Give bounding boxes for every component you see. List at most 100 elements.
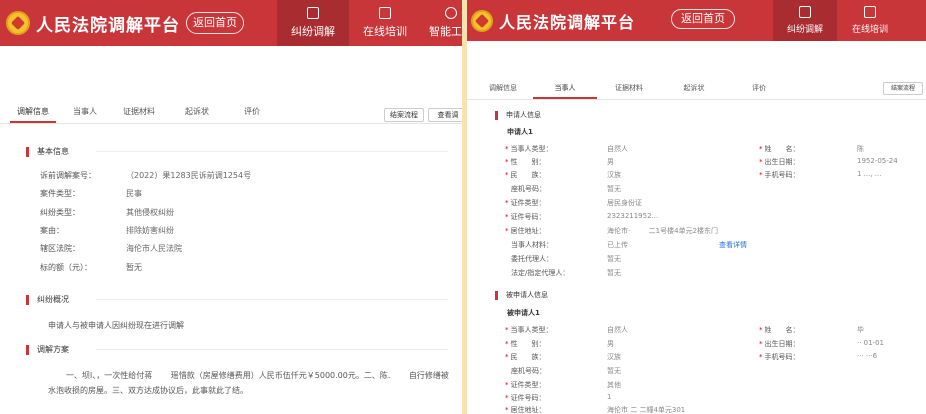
respondent-birth-label: * 出生日期：	[759, 340, 800, 348]
applicant-id-number-value: 2323211952...	[607, 212, 659, 220]
applicant-sub-heading: 申请人1	[507, 128, 533, 136]
view-mediation-button[interactable]: 查看调	[428, 108, 462, 122]
respondent-id-type-label: * 证件类型：	[505, 381, 546, 389]
respondent-landline-label: 座机号码：	[511, 367, 546, 375]
nav-online-training[interactable]: 在线培训	[837, 0, 903, 41]
respondent-heading: 被申请人信息	[495, 290, 548, 300]
case-number-row: 诉前调解案号： （2022）果1283民诉前调1254号	[40, 170, 251, 181]
applicant-agent-label: 委托代理人：	[511, 255, 553, 263]
respondent-sub-heading: 被申请人1	[507, 309, 540, 317]
nav-label: 在线培训	[363, 25, 407, 38]
applicant-ethnicity-value: 汉族	[607, 171, 621, 179]
tab-mediation-info[interactable]: 调解信息	[473, 83, 533, 99]
respondent-name-label: * 姓 名：	[759, 326, 800, 334]
case-type-row: 案件类型： 民事	[40, 188, 142, 199]
tab-evaluation[interactable]: 评价	[727, 83, 791, 99]
applicant-gender-value: 男	[607, 158, 614, 166]
nav-online-training[interactable]: 在线培训	[349, 0, 421, 46]
applicant-phone-value: 1 ..., ...	[857, 170, 882, 178]
top-header: 人民法院调解平台 返回首页 纠纷调解 在线培训	[467, 0, 926, 41]
court-row: 辖区法院： 海伦市人民法院	[40, 243, 182, 254]
home-button[interactable]: 返回首页	[186, 12, 244, 34]
section-title: 申请人信息	[506, 111, 541, 119]
applicant-phone-label: * 手机号码：	[759, 171, 800, 179]
closing-flow-button[interactable]: 结案流程	[384, 108, 424, 122]
applicant-party-type-value: 自然人	[607, 145, 628, 153]
tab-evidence[interactable]: 证据材料	[114, 106, 164, 123]
platform-title: 人民法院调解平台	[36, 15, 180, 36]
applicant-materials-label: 当事人材料：	[511, 241, 553, 249]
plan-text: 一、坝l、，一次性给付蒋 瑶惜款（房屋修缮费用）人民币伍仟元￥5000.00元。…	[48, 371, 449, 395]
main-nav: 纠纷调解 在线培训 智能工具	[277, 0, 462, 46]
dispute-type-row: 纠纷类型： 其他侵权纠纷	[40, 207, 174, 218]
field-value: 排除妨害纠纷	[126, 226, 174, 235]
case-cause-row: 案由： 排除妨害纠纷	[40, 225, 174, 236]
book-icon	[379, 7, 391, 19]
field-label: 案由：	[40, 226, 64, 235]
field-label: 诉前调解案号：	[40, 171, 96, 180]
section-marker	[26, 146, 29, 157]
respondent-id-number-value: 1	[607, 393, 612, 401]
tab-complaint[interactable]: 起诉状	[661, 83, 727, 99]
brand[interactable]: 人民法院调解平台	[6, 0, 180, 46]
main-nav: 纠纷调解 在线培训	[773, 0, 903, 41]
tab-parties[interactable]: 当事人	[56, 106, 114, 123]
field-value: 民事	[126, 189, 142, 198]
tab-evaluation[interactable]: 评价	[230, 106, 274, 123]
tab-bar: 调解信息 当事人 证据材料 起诉状 评价	[467, 76, 926, 100]
divider	[96, 299, 448, 300]
nav-label: 纠纷调解	[291, 25, 335, 38]
document-icon	[799, 6, 811, 18]
screenshot: 人民法院调解平台 返回首页 纠纷调解 在线培训 智能工具 调解信息	[0, 0, 926, 414]
nav-label: 在线培训	[851, 25, 888, 35]
respondent-phone-label: * 手机号码：	[759, 353, 800, 361]
field-value: 暂无	[126, 263, 142, 272]
court-emblem-icon	[6, 11, 30, 35]
brand[interactable]: 人民法院调解平台	[471, 0, 635, 41]
nav-dispute-mediation[interactable]: 纠纷调解	[773, 0, 837, 41]
respondent-address-label: * 居住地址：	[505, 406, 546, 414]
court-emblem-icon	[471, 9, 493, 32]
respondent-ethnicity-value: 汉族	[607, 353, 621, 361]
tab-mediation-info[interactable]: 调解信息	[10, 106, 56, 123]
field-label: 标的额（元）：	[40, 263, 92, 272]
applicant-gender-label: * 性 别：	[505, 158, 546, 166]
section-title: 基本信息	[37, 147, 69, 156]
left-panel: 人民法院调解平台 返回首页 纠纷调解 在线培训 智能工具 调解信息	[0, 0, 462, 414]
applicant-heading: 申请人信息	[495, 110, 541, 120]
applicant-legal-agent-label: 法定/指定代理人：	[511, 269, 570, 277]
applicant-party-type-label: * 当事人类型：	[505, 145, 553, 153]
divider	[96, 349, 448, 350]
respondent-landline-value: 暂无	[607, 367, 621, 375]
applicant-legal-agent-value: 暂无	[607, 269, 621, 277]
divider	[96, 151, 448, 152]
cube-icon	[445, 7, 457, 19]
nav-dispute-mediation[interactable]: 纠纷调解	[277, 0, 349, 46]
respondent-id-type-value: 其他	[607, 381, 621, 389]
applicant-agent-value: 暂无	[607, 255, 621, 263]
applicant-landline-value: 暂无	[607, 185, 621, 193]
applicant-address-value: 海伦市· 二1号楼4单元2楼东门	[607, 227, 719, 235]
overview-text: 申请人与被申请人因纠纷现在进行调解	[48, 321, 184, 330]
applicant-id-type-label: * 证件类型：	[505, 199, 546, 207]
applicant-name-label: * 姓 名：	[759, 145, 800, 153]
nav-label: 智能工具	[429, 25, 462, 38]
respondent-birth-value: ·· 01-01	[857, 339, 885, 347]
closing-flow-button[interactable]: 结案流程	[883, 82, 923, 95]
field-label: 辖区法院：	[40, 244, 80, 253]
field-label: 纠纷类型：	[40, 208, 80, 217]
field-value: 海伦市人民法院	[126, 244, 182, 253]
applicant-landline-label: 座机号码：	[511, 185, 546, 193]
tab-parties[interactable]: 当事人	[533, 83, 597, 99]
top-header: 人民法院调解平台 返回首页 纠纷调解 在线培训 智能工具	[0, 0, 462, 46]
respondent-id-number-label: * 证件号码：	[505, 394, 546, 402]
tab-evidence[interactable]: 证据材料	[597, 83, 661, 99]
view-details-link[interactable]: 查看详情	[719, 240, 747, 250]
nav-label: 纠纷调解	[786, 25, 823, 35]
platform-title: 人民法院调解平台	[499, 12, 636, 32]
tab-complaint[interactable]: 起诉状	[164, 106, 230, 123]
overview-heading: 纠纷概况	[26, 294, 69, 305]
home-button[interactable]: 返回首页	[671, 9, 735, 29]
section-marker	[26, 344, 29, 355]
nav-smart-tools[interactable]: 智能工具	[421, 0, 462, 46]
